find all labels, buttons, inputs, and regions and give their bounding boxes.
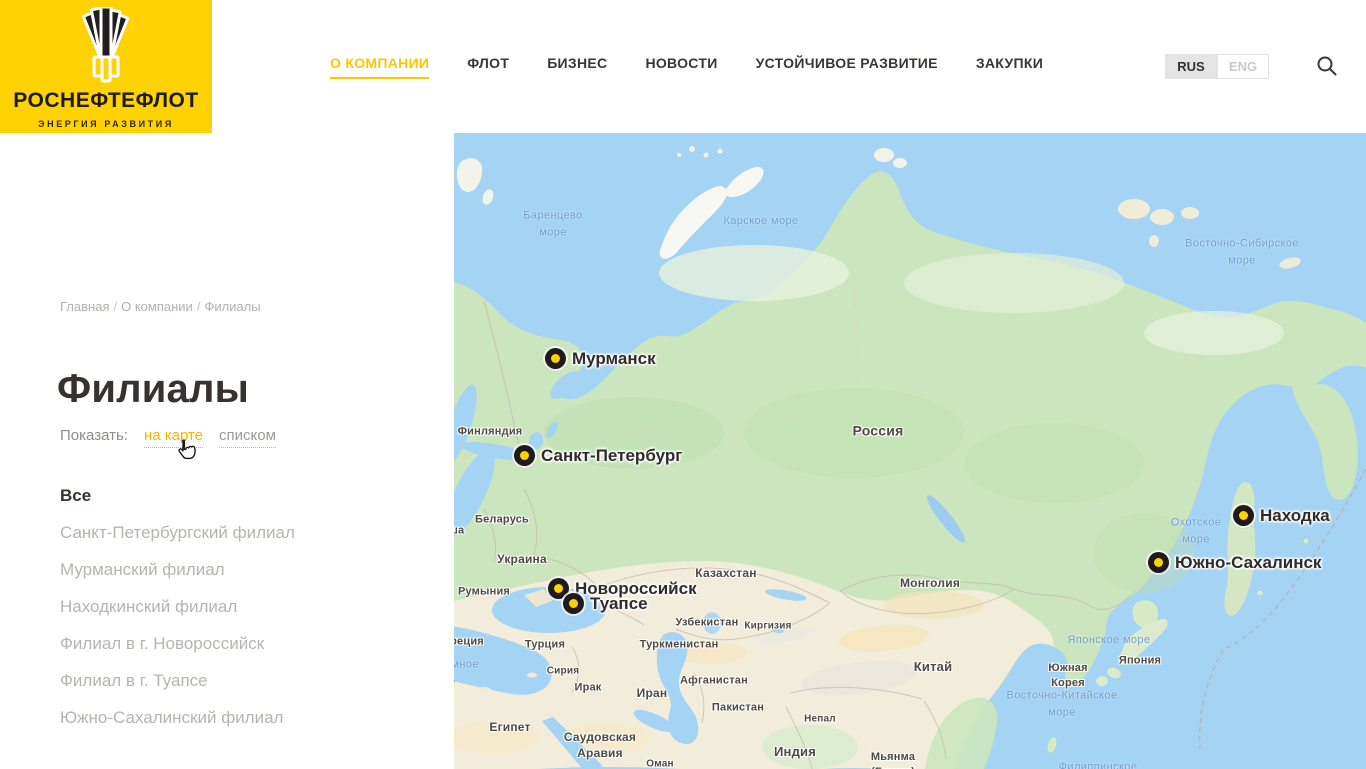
country-label: Греция: [454, 635, 484, 650]
branch-marker-dot: [1154, 558, 1163, 567]
sea-label: Восточно-Сибирскоеморе: [1185, 236, 1299, 269]
nav-item[interactable]: ЗАКУПКИ: [976, 55, 1043, 79]
view-toggle-map[interactable]: на карте: [144, 427, 203, 448]
branches-map[interactable]: Баренцевоморе Карское море Восточно-Сибирс…: [454, 133, 1366, 769]
show-label: Показать:: [60, 427, 128, 444]
rosneft-logo-icon: [63, 7, 149, 83]
sea-label: Восточно-Китайскоеморе: [1007, 688, 1118, 721]
country-label: Афганистан: [680, 674, 748, 689]
breadcrumb-separator: /: [193, 299, 205, 314]
country-label: Ирак: [574, 681, 601, 696]
sea-label: Филиппинское: [1059, 759, 1138, 769]
filter-item[interactable]: Санкт-Петербургский филиал: [60, 514, 295, 551]
country-label: Украина: [497, 551, 547, 567]
breadcrumb-item[interactable]: Главная: [60, 299, 109, 314]
breadcrumb-separator: /: [109, 299, 121, 314]
sea-label: Охотскоеморе: [1171, 515, 1221, 548]
lang-switcher: RUSENG: [1165, 54, 1269, 79]
branch-marker-dot: [520, 451, 529, 460]
filter-item[interactable]: Южно-Сахалинский филиал: [60, 699, 295, 736]
main-nav: О КОМПАНИИ ФЛОТ БИЗНЕС НОВОСТИ УСТОЙЧИВОЕ РА…: [330, 0, 1043, 133]
page-root: РОСНЕФТЕФЛОТ ЭНЕРГИЯ РАЗВИТИЯ О КОМПАНИИ…: [0, 0, 1366, 769]
country-label: Казахстан: [695, 565, 756, 581]
nav-item[interactable]: О КОМПАНИИ: [330, 55, 429, 79]
country-label: Индия: [774, 743, 816, 761]
breadcrumb: Главная/О компании/Филиалы: [60, 299, 261, 314]
country-label: Румыния: [458, 585, 510, 600]
logo[interactable]: РОСНЕФТЕФЛОТ ЭНЕРГИЯ РАЗВИТИЯ: [0, 0, 212, 133]
branch-marker-label: Мурманск: [572, 349, 656, 369]
branch-marker-label: Туапсе: [590, 594, 648, 614]
branch-marker-dot: [554, 584, 563, 593]
country-label: Узбекистан: [676, 616, 739, 631]
sea-label: Средиземноеморе: [454, 657, 479, 690]
filter-item[interactable]: Филиал в г. Новороссийск: [60, 625, 295, 662]
lang-option-rus[interactable]: RUS: [1165, 54, 1217, 79]
country-label: Финляндия: [458, 425, 523, 440]
branch-marker[interactable]: Туапсе: [563, 593, 584, 614]
nav-item[interactable]: УСТОЙЧИВОЕ РАЗВИТИЕ: [756, 55, 938, 79]
country-label: Монголия: [900, 575, 960, 591]
country-label: Беларусь: [475, 513, 529, 528]
country-label: Египет: [489, 719, 530, 735]
nav-item[interactable]: НОВОСТИ: [645, 55, 717, 79]
country-label: Туркменистан: [640, 638, 719, 653]
map-labels-layer: Баренцевоморе Карское море Восточно-Сибирс…: [454, 133, 1366, 769]
branch-marker[interactable]: Южно-Сахалинск: [1148, 552, 1169, 573]
breadcrumb-item: Филиалы: [204, 299, 260, 314]
search-button[interactable]: [1312, 52, 1342, 82]
country-label: Киргизия: [744, 619, 791, 633]
branch-marker-label: Находка: [1260, 506, 1330, 526]
country-label: Китай: [914, 658, 953, 676]
country-label: Польша: [454, 524, 464, 539]
branch-filter-list: ВсеСанкт-Петербургский филиалМурманский …: [60, 477, 295, 736]
branch-marker[interactable]: Санкт-Петербург: [514, 445, 535, 466]
sea-label: Баренцевоморе: [523, 208, 582, 241]
branch-marker-dot: [551, 354, 560, 363]
view-toggle: Показать:на картесписком: [60, 427, 276, 444]
country-label: Пакистан: [712, 701, 764, 716]
view-links: на картесписком: [128, 427, 276, 444]
nav-item[interactable]: ФЛОТ: [467, 55, 509, 79]
branch-marker-dot: [569, 599, 578, 608]
search-icon: [1315, 54, 1339, 78]
page-title: Филиалы: [57, 367, 249, 412]
filter-item[interactable]: Мурманский филиал: [60, 551, 295, 588]
country-label: Россия: [853, 422, 904, 441]
branch-marker-label: Санкт-Петербург: [541, 446, 682, 466]
country-label: Мьянма(Бирма): [871, 750, 915, 769]
brand-tagline: ЭНЕРГИЯ РАЗВИТИЯ: [0, 119, 212, 129]
country-label: Турция: [525, 638, 565, 653]
branch-marker[interactable]: Находка: [1233, 505, 1254, 526]
site-header: РОСНЕФТЕФЛОТ ЭНЕРГИЯ РАЗВИТИЯ О КОМПАНИИ…: [0, 0, 1366, 133]
sidebar: Главная/О компании/Филиалы Филиалы Показ…: [0, 133, 454, 769]
branch-marker[interactable]: Мурманск: [545, 348, 566, 369]
branch-marker-label: Южно-Сахалинск: [1175, 553, 1321, 573]
view-toggle-list[interactable]: списком: [219, 427, 276, 448]
lang-option-eng[interactable]: ENG: [1217, 54, 1269, 79]
country-label: ЮжнаяКорея: [1048, 661, 1087, 691]
country-label: СаудовскаяАравия: [564, 729, 636, 761]
country-label: Сирия: [547, 664, 579, 678]
breadcrumb-item[interactable]: О компании: [121, 299, 193, 314]
sea-label: Карское море: [723, 213, 798, 230]
nav-item[interactable]: БИЗНЕС: [547, 55, 607, 79]
filter-item[interactable]: Находкинский филиал: [60, 588, 295, 625]
branch-marker-dot: [1239, 511, 1248, 520]
filter-item[interactable]: Филиал в г. Туапсе: [60, 662, 295, 699]
country-label: Непал: [804, 712, 836, 726]
sea-label: Японское море: [1068, 632, 1151, 649]
country-label: Иран: [637, 685, 668, 701]
country-label: Оман: [646, 757, 673, 769]
brand-name: РОСНЕФТЕФЛОТ: [0, 89, 212, 113]
filter-item[interactable]: Все: [60, 477, 295, 514]
country-label: Япония: [1119, 654, 1161, 669]
